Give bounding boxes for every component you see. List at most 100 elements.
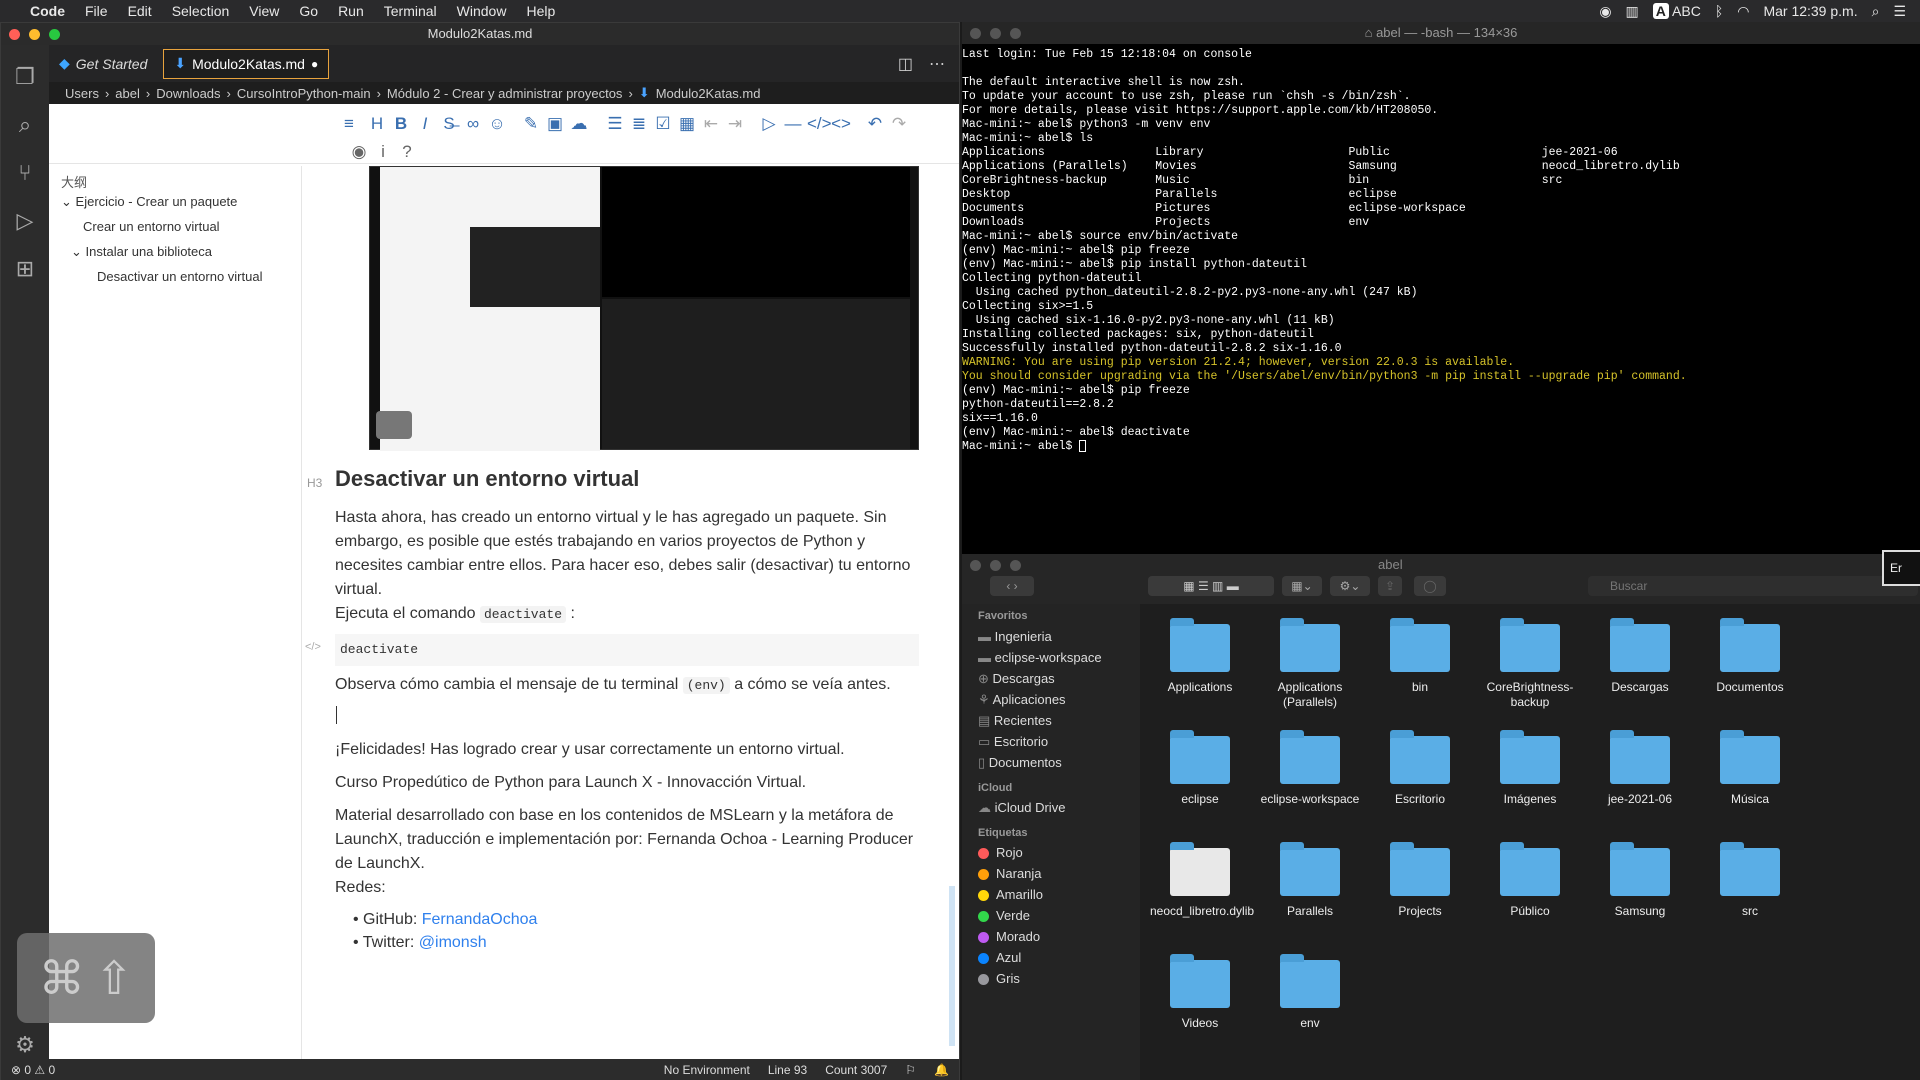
strikethrough-icon[interactable]: S̶ (439, 114, 459, 134)
bullet-list-icon[interactable]: ☰ (605, 114, 625, 134)
zoom-window-button[interactable] (1010, 28, 1021, 39)
tag-icon[interactable]: ◯ (1414, 576, 1446, 596)
outline-item[interactable]: Crear un entorno virtual (83, 219, 220, 234)
scrollbar-thumb[interactable] (949, 886, 955, 1046)
menu-edit[interactable]: Edit (118, 0, 162, 22)
bold-icon[interactable]: B (391, 114, 411, 134)
chevron-down-icon[interactable]: ⌄ (71, 244, 82, 259)
input-source-indicator[interactable]: A ABC (1652, 3, 1701, 19)
split-editor-icon[interactable]: ◫ (898, 54, 913, 74)
feedback-icon[interactable]: ⚐ (905, 1063, 916, 1077)
python-environment[interactable]: No Environment (664, 1063, 750, 1077)
run-debug-icon[interactable]: ▷ (11, 207, 39, 235)
github-link[interactable]: FernandaOchoa (422, 911, 538, 928)
explorer-icon[interactable]: ❐ (11, 63, 39, 91)
finder-item[interactable]: jee-2021-06 (1590, 730, 1690, 807)
breadcrumb-item[interactable]: Módulo 2 - Crear y administrar proyectos (387, 86, 623, 101)
tag-azul[interactable]: Azul (978, 950, 1021, 965)
more-actions-icon[interactable]: ⋯ (929, 54, 945, 74)
close-window-button[interactable] (9, 29, 20, 40)
table-icon[interactable]: ▦ (677, 114, 697, 134)
tab-modulo2katas[interactable]: ⬇ Modulo2Katas.md ● (163, 48, 330, 79)
markdown-editor[interactable]: H3 Desactivar un entorno virtual Hasta a… (303, 166, 955, 1059)
menu-run[interactable]: Run (328, 0, 374, 22)
finder-item[interactable]: CoreBrightness-backup (1480, 618, 1580, 710)
finder-item[interactable]: env (1260, 954, 1360, 1031)
finder-item[interactable]: Escritorio (1370, 730, 1470, 807)
unsaved-dot-icon[interactable]: ● (311, 57, 318, 71)
minimize-window-button[interactable] (29, 29, 40, 40)
tag-amarillo[interactable]: Amarillo (978, 887, 1043, 902)
tag-gris[interactable]: Gris (978, 971, 1020, 986)
extensions-icon[interactable]: ⊞ (11, 255, 39, 283)
line-indicator[interactable]: Line 93 (768, 1063, 807, 1077)
sidebar-item-recientes[interactable]: ▤ Recientes (978, 713, 1052, 729)
status-icon[interactable]: ◉ (1599, 3, 1611, 20)
info-icon[interactable]: i (373, 142, 393, 162)
sidebar-item-ingenieria[interactable]: ▬ Ingenieria (978, 629, 1052, 644)
search-icon[interactable]: ⌕ (11, 111, 39, 139)
breadcrumb-item[interactable]: Downloads (156, 86, 220, 101)
tag-naranja[interactable]: Naranja (978, 866, 1042, 881)
action-gear-icon[interactable]: ⚙⌄ (1330, 576, 1370, 596)
search-input[interactable] (1588, 576, 1918, 596)
sidebar-item-icloud-drive[interactable]: ☁ iCloud Drive (978, 800, 1065, 816)
undo-icon[interactable]: ↶ (865, 114, 885, 134)
breadcrumb-item[interactable]: CursoIntroPython-main (237, 86, 371, 101)
menu-view[interactable]: View (239, 0, 289, 22)
tag-morado[interactable]: Morado (978, 929, 1040, 944)
minimize-window-button[interactable] (990, 560, 1001, 571)
link-icon[interactable]: ∞ (463, 114, 483, 134)
upload-icon[interactable]: ☁ (569, 114, 589, 134)
tag-verde[interactable]: Verde (978, 908, 1030, 923)
share-icon[interactable]: ⇪ (1378, 576, 1402, 596)
view-mode-icon[interactable]: ▦ ☰ ▥ ▬ (1148, 576, 1274, 596)
outdent-icon[interactable]: ⇤ (701, 114, 721, 134)
back-forward-buttons[interactable]: ‹ › (990, 576, 1034, 596)
finder-item[interactable]: Imágenes (1480, 730, 1580, 807)
heading-icon[interactable]: H (367, 114, 387, 134)
breadcrumb-item[interactable]: abel (115, 86, 140, 101)
chevron-down-icon[interactable]: ⌄ (61, 194, 72, 209)
image-icon[interactable]: ▣ (545, 114, 565, 134)
sidebar-item-eclipse-workspace[interactable]: ▬ eclipse-workspace (978, 650, 1102, 665)
breadcrumb-item[interactable]: Users (65, 86, 99, 101)
settings-gear-icon[interactable]: ⚙ (11, 1031, 39, 1059)
word-count[interactable]: Count 3007 (825, 1063, 887, 1077)
finder-item[interactable]: eclipse (1150, 730, 1250, 807)
finder-item[interactable]: neocd_libretro.dylib (1150, 842, 1254, 919)
menu-window[interactable]: Window (447, 0, 517, 22)
outline-item[interactable]: ⌄ Ejercicio - Crear un paquete (61, 194, 237, 210)
quote-icon[interactable]: ▷ (759, 114, 779, 134)
finder-item[interactable]: Documentos (1700, 618, 1800, 695)
menu-selection[interactable]: Selection (162, 0, 240, 22)
outline-item[interactable]: Desactivar un entorno virtual (97, 269, 262, 284)
tab-get-started[interactable]: ◆ Get Started (49, 49, 157, 79)
problems-indicator[interactable]: ⊗ 0 ⚠ 0 (11, 1063, 55, 1077)
wifi-icon[interactable]: ◠ (1737, 3, 1749, 20)
menu-app-name[interactable]: Code (20, 0, 75, 22)
terminal-output[interactable]: Last login: Tue Feb 15 12:18:04 on conso… (962, 48, 1902, 548)
group-icon[interactable]: ▦⌄ (1282, 576, 1322, 596)
search-icon[interactable]: ⌕ (1872, 3, 1880, 20)
finder-item[interactable]: eclipse-workspace (1260, 730, 1360, 807)
zoom-window-button[interactable] (1010, 560, 1021, 571)
menu-help[interactable]: Help (516, 0, 565, 22)
sidebar-item-aplicaciones[interactable]: ⚘ Aplicaciones (978, 692, 1066, 708)
italic-icon[interactable]: I (415, 114, 435, 134)
finder-item[interactable]: Applications (1150, 618, 1250, 695)
twitter-link[interactable]: @imonsh (419, 934, 487, 951)
finder-item[interactable]: Samsung (1590, 842, 1690, 919)
finder-item[interactable]: Descargas (1590, 618, 1690, 695)
help-icon[interactable]: ? (397, 142, 417, 162)
finder-item[interactable]: Projects (1370, 842, 1470, 919)
code-block[interactable]: deactivate (335, 634, 919, 666)
finder-item[interactable]: Applications (Parallels) (1260, 618, 1360, 710)
finder-item[interactable]: bin (1370, 618, 1470, 695)
source-control-icon[interactable]: ⑂ (11, 159, 39, 187)
close-window-button[interactable] (970, 560, 981, 571)
breadcrumb-item[interactable]: Modulo2Katas.md (656, 86, 761, 101)
zoom-window-button[interactable] (49, 29, 60, 40)
notifications-bell-icon[interactable]: 🔔 (934, 1063, 949, 1077)
edit-icon[interactable]: ✎ (521, 114, 541, 134)
